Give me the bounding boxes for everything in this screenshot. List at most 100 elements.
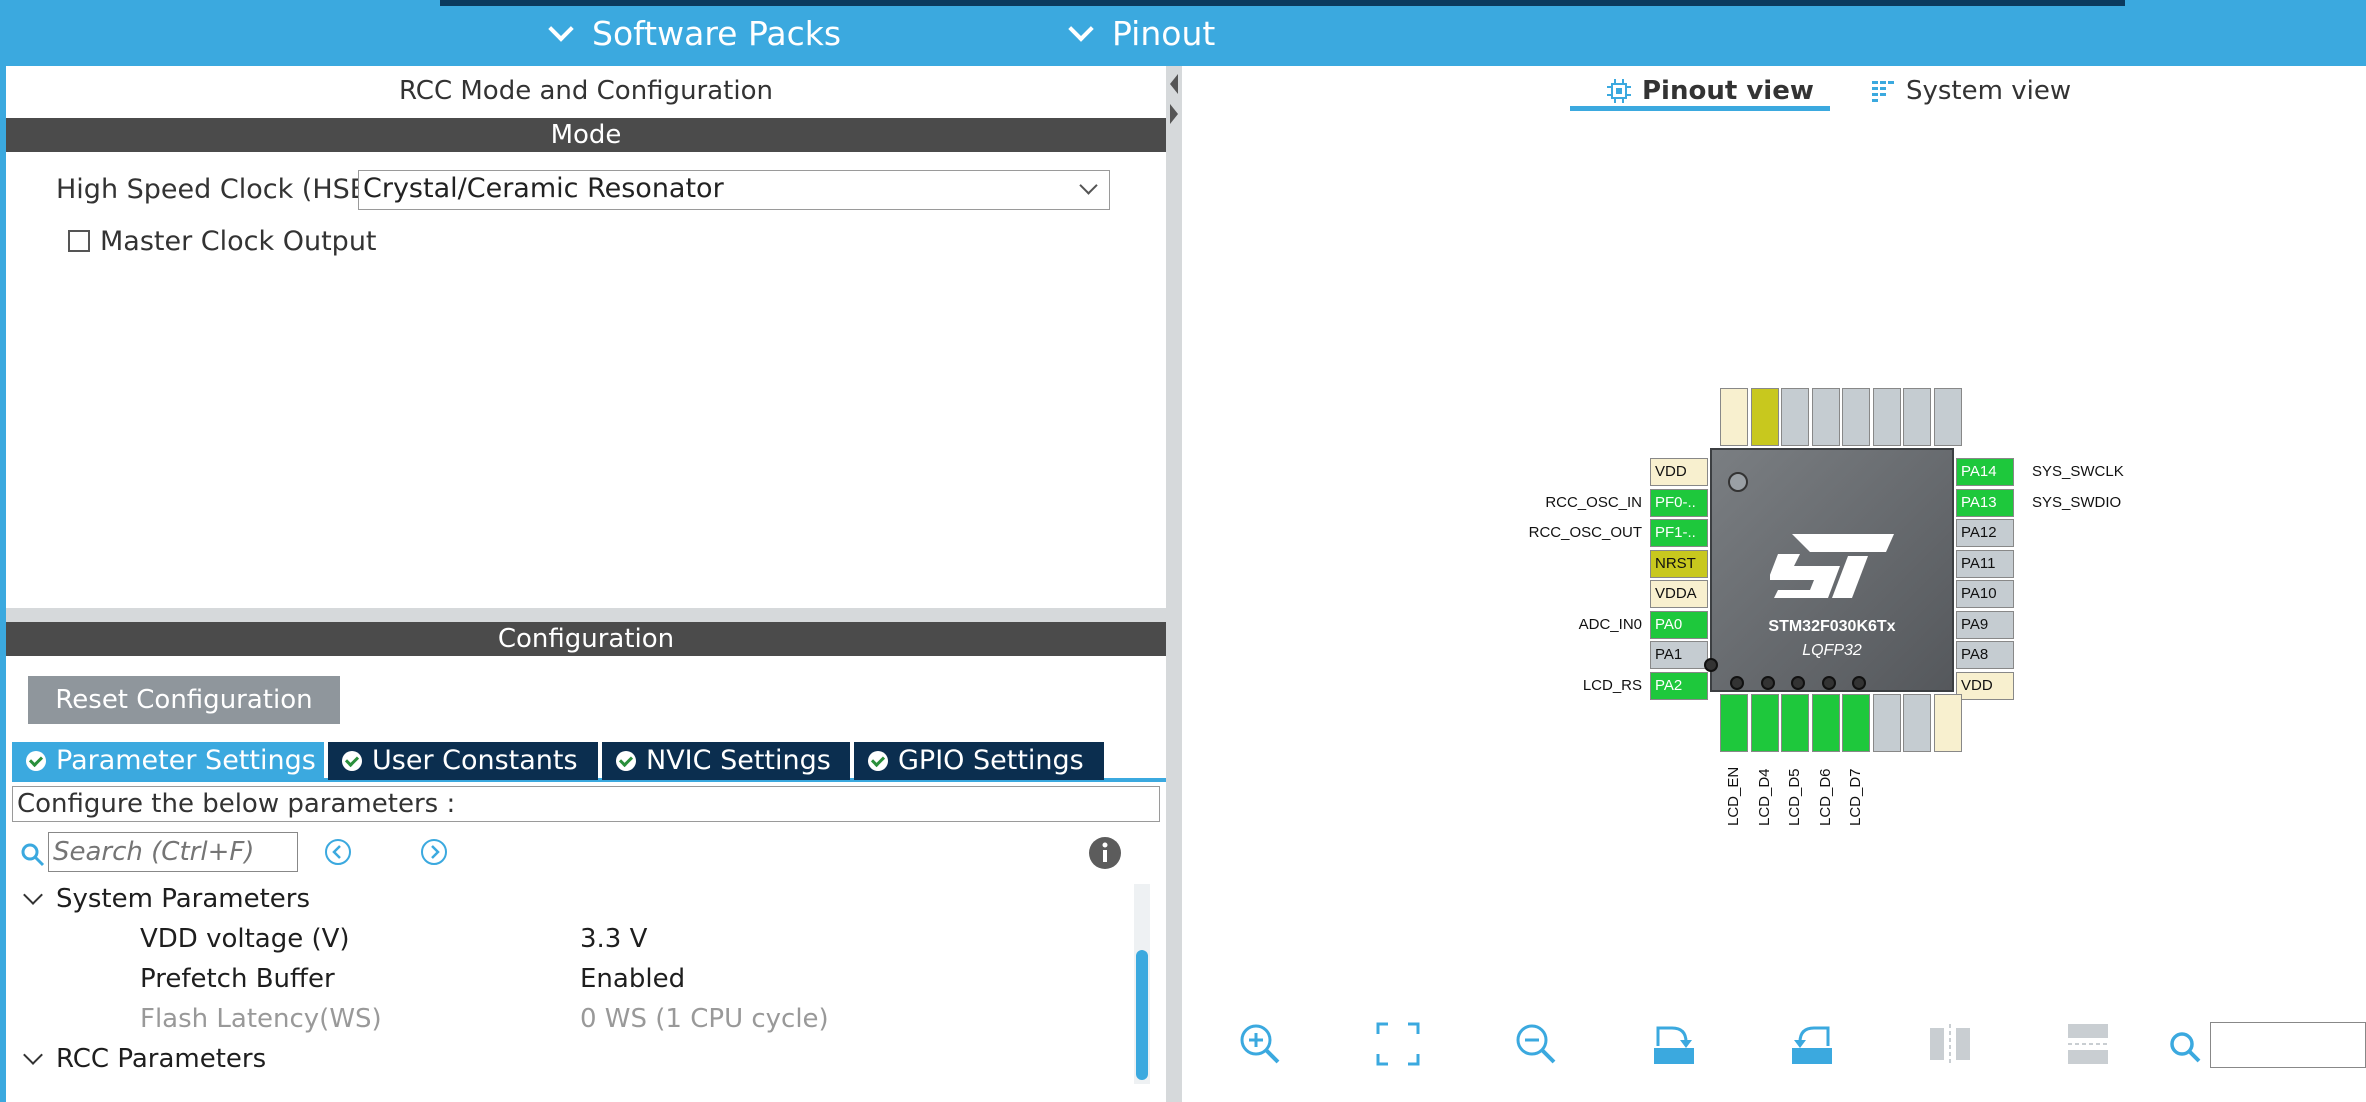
pin-bottom-label: PA5 xyxy=(1807,719,1809,747)
next-match-icon[interactable] xyxy=(420,838,448,866)
search-icon xyxy=(2170,1032,2201,1063)
pin-bottom-label: PA3 xyxy=(1746,719,1748,747)
chip-icon xyxy=(1607,79,1631,103)
zoom-in-icon[interactable] xyxy=(1236,1020,1284,1068)
configuration-header: Configuration xyxy=(6,622,1166,656)
pin-bottom[interactable]: PA6 xyxy=(1811,694,1840,752)
pane-splitter[interactable] xyxy=(1166,66,1182,1102)
tab-user-constants[interactable]: User Constants xyxy=(328,742,598,780)
param-value[interactable]: Enabled xyxy=(580,964,685,994)
pin-right[interactable]: PA9 xyxy=(1956,610,2014,639)
pin-right[interactable]: PA14 xyxy=(1956,458,2014,486)
scrollbar-track[interactable] xyxy=(1134,884,1150,1084)
pin-lock-icon xyxy=(1821,676,1836,690)
chip-package: LQFP32 xyxy=(1802,642,1862,659)
pin-right[interactable]: PA11 xyxy=(1956,549,2014,578)
list-icon xyxy=(1872,81,1894,102)
chevron-down-icon xyxy=(1068,15,1094,42)
chevron-down-icon[interactable] xyxy=(23,1045,43,1065)
pin-top[interactable]: PB7 xyxy=(1781,388,1809,446)
top-menu-bar: Software Packs Pinout xyxy=(0,0,2366,66)
pin-right[interactable]: PA8 xyxy=(1956,641,2014,669)
tab-nvic-settings[interactable]: NVIC Settings xyxy=(602,742,850,780)
active-view-underline xyxy=(1570,106,1830,111)
mcu-chip[interactable]: ST STM32F030K6Tx LQFP32 xyxy=(1710,448,1954,692)
reset-configuration-button[interactable]: Reset Configuration xyxy=(28,676,340,724)
pin-top[interactable]: PB4 xyxy=(1872,388,1901,446)
pin-bottom-label: VSS xyxy=(1959,716,1962,747)
pin-bottom[interactable]: PA7 xyxy=(1842,694,1870,752)
pin-right[interactable]: VDD xyxy=(1956,671,2014,700)
flip-vertical-icon xyxy=(1930,1024,1970,1064)
pin-bottom[interactable]: PA5 xyxy=(1781,694,1809,752)
pin-left[interactable]: VDD xyxy=(1650,458,1708,486)
pin-top[interactable]: PA15 xyxy=(1933,388,1962,446)
software-packs-menu[interactable]: Software Packs xyxy=(548,14,842,53)
tab-label: GPIO Settings xyxy=(898,745,1084,776)
top-menu-divider xyxy=(440,0,2125,6)
pin-top-label: PB6 xyxy=(1837,412,1840,441)
pin-bottom[interactable]: VSS xyxy=(1933,694,1962,752)
rcc-title: RCC Mode and Configuration xyxy=(399,76,773,106)
pin-bottom[interactable]: PA4 xyxy=(1750,694,1779,752)
pin-bottom[interactable]: PA3 xyxy=(1720,694,1748,752)
tab-label: User Constants xyxy=(372,745,578,776)
pin-bottom-label: PA7 xyxy=(1868,719,1870,747)
tab-system-view[interactable]: System view xyxy=(1870,76,2071,106)
previous-match-icon[interactable] xyxy=(324,838,352,866)
group-rcc-parameters[interactable]: RCC Parameters xyxy=(56,1044,266,1074)
pin-right[interactable]: PA10 xyxy=(1956,580,2014,608)
param-value[interactable]: 3.3 V xyxy=(580,924,647,954)
chip-name: STM32F030K6Tx xyxy=(1768,618,1896,635)
pin-top-label: BOO.. xyxy=(1776,399,1779,441)
pin-left[interactable]: PA2 xyxy=(1650,671,1708,700)
pin-right[interactable]: PA13 xyxy=(1956,488,2014,517)
pin-left[interactable]: PA0 xyxy=(1650,610,1708,639)
pin-left[interactable]: PF0-.. xyxy=(1650,488,1708,517)
pin-bottom-label: PB1 xyxy=(1929,718,1931,747)
chevron-down-icon[interactable] xyxy=(23,885,43,905)
pin-top[interactable]: PB3 xyxy=(1903,388,1931,446)
tab-pinout-view[interactable]: Pinout view xyxy=(1606,76,1814,106)
pin-bottom[interactable]: PB0 xyxy=(1872,694,1901,752)
pin-search-input[interactable] xyxy=(2210,1022,2366,1068)
pin-top-label: PB7 xyxy=(1807,412,1809,441)
pin-label-bottom: LCD_D6 xyxy=(1816,768,1834,826)
collapse-arrows-icon[interactable] xyxy=(1166,70,1182,130)
pin-top[interactable]: VSS xyxy=(1720,388,1748,446)
pin-left[interactable]: NRST xyxy=(1650,549,1708,578)
pinout-menu[interactable]: Pinout xyxy=(1068,14,1215,53)
pin-right[interactable]: PA12 xyxy=(1956,519,2014,547)
pin-left[interactable]: VDDA xyxy=(1650,580,1708,608)
section-splitter[interactable] xyxy=(6,608,1166,622)
pin-bottom-label: PA4 xyxy=(1776,719,1779,747)
pin-top[interactable]: BOO.. xyxy=(1750,388,1779,446)
scrollbar-thumb[interactable] xyxy=(1136,950,1148,1080)
chevron-down-icon xyxy=(1079,176,1098,195)
fit-screen-icon[interactable] xyxy=(1374,1020,1422,1068)
zoom-out-icon[interactable] xyxy=(1512,1020,1560,1068)
flip-horizontal-icon xyxy=(2068,1024,2108,1064)
pin-lock-icon xyxy=(1852,676,1866,690)
pin-top[interactable]: PB6 xyxy=(1811,388,1840,446)
pin-left[interactable]: PF1-.. xyxy=(1650,519,1708,547)
software-packs-label: Software Packs xyxy=(592,14,842,53)
pin-bottom[interactable]: PB1 xyxy=(1903,694,1931,752)
mco-checkbox[interactable] xyxy=(68,230,90,252)
rotate-right-icon[interactable] xyxy=(1650,1020,1698,1068)
pin-left[interactable]: PA1 xyxy=(1650,641,1708,669)
hse-select[interactable]: Crystal/Ceramic Resonator xyxy=(358,170,1110,210)
search-input[interactable] xyxy=(48,832,298,872)
info-icon[interactable] xyxy=(1088,836,1122,870)
tab-parameter-settings[interactable]: Parameter Settings xyxy=(12,742,324,780)
rotate-left-icon[interactable] xyxy=(1788,1020,1836,1068)
tab-label: NVIC Settings xyxy=(646,745,831,776)
pin-top[interactable]: PB5 xyxy=(1842,388,1870,446)
tab-label: Parameter Settings xyxy=(56,745,316,776)
tab-gpio-settings[interactable]: GPIO Settings xyxy=(854,742,1104,780)
param-name: VDD voltage (V) xyxy=(140,924,350,954)
pinout-view-label: Pinout view xyxy=(1642,76,1814,106)
param-name: Prefetch Buffer xyxy=(140,964,335,994)
group-system-parameters[interactable]: System Parameters xyxy=(56,884,310,914)
pin-top-label: PB4 xyxy=(1898,412,1901,441)
